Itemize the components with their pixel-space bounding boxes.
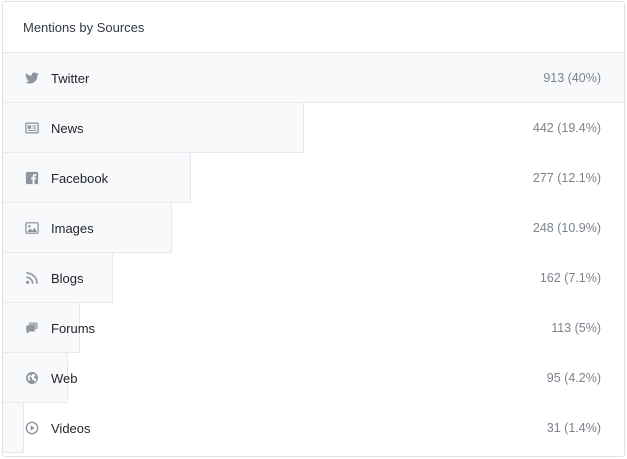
source-row-forums[interactable]: Forums 113 (5%) (3, 303, 624, 353)
source-row-blogs[interactable]: Blogs 162 (7.1%) (3, 253, 624, 303)
source-label: Facebook (51, 170, 109, 186)
source-value: 162 (7.1%) (539, 271, 601, 285)
globe-icon (25, 371, 39, 385)
source-value: 95 (4.2%) (546, 371, 601, 385)
source-label: Blogs (51, 270, 84, 286)
card-header: Mentions by Sources (3, 2, 624, 53)
source-row-facebook[interactable]: Facebook 277 (12.1%) (3, 153, 624, 203)
source-row-images[interactable]: Images 248 (10.9%) (3, 203, 624, 253)
forum-icon (25, 321, 39, 335)
source-row-videos[interactable]: Videos 31 (1.4%) (3, 403, 624, 453)
news-icon (25, 121, 39, 135)
source-value: 913 (40%) (543, 71, 601, 85)
source-value: 113 (5%) (551, 321, 601, 335)
facebook-icon (25, 171, 39, 185)
card-title: Mentions by Sources (23, 19, 145, 35)
source-label: Videos (51, 420, 91, 436)
source-value: 248 (10.9%) (532, 221, 601, 235)
rss-icon (25, 271, 39, 285)
source-value: 442 (19.4%) (532, 121, 601, 135)
source-value: 31 (1.4%) (546, 421, 601, 435)
twitter-icon (25, 71, 39, 85)
source-label: Images (51, 220, 94, 236)
source-label: Twitter (51, 70, 90, 86)
source-label: Web (51, 370, 78, 386)
source-row-twitter[interactable]: Twitter 913 (40%) (3, 53, 624, 103)
mentions-by-sources-card: Mentions by Sources Twitter 913 (40%) Ne… (2, 1, 625, 457)
source-label: News (51, 120, 84, 136)
source-row-web[interactable]: Web 95 (4.2%) (3, 353, 624, 403)
sources-list: Twitter 913 (40%) News 442 (19.4%) Faceb… (3, 53, 624, 453)
source-label: Forums (51, 320, 96, 336)
source-row-news[interactable]: News 442 (19.4%) (3, 103, 624, 153)
image-icon (25, 221, 39, 235)
source-value: 277 (12.1%) (532, 171, 601, 185)
play-icon (25, 421, 39, 435)
